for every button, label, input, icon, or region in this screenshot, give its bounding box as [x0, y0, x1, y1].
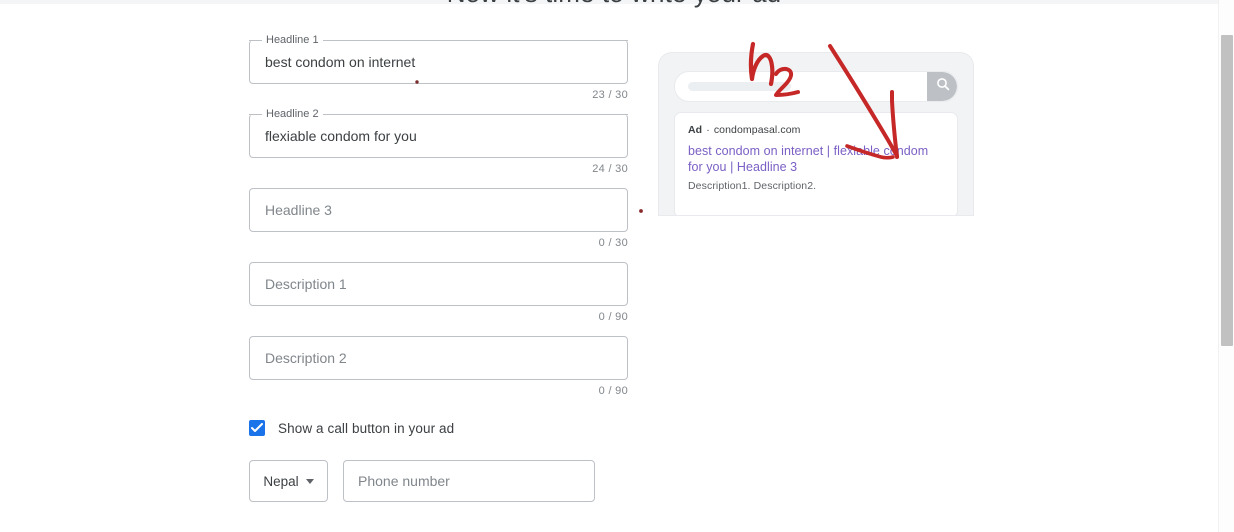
description-2-field-block: Description 2 0 / 90 — [249, 336, 628, 397]
call-button-checkbox-row[interactable]: Show a call button in your ad — [249, 420, 628, 436]
ad-meta-row: Ad · condompasal.com — [688, 124, 944, 136]
headline-1-input[interactable]: Headline 1 best condom on internet — [249, 34, 628, 84]
mock-search-button — [928, 72, 957, 101]
description-1-placeholder: Description 1 — [265, 276, 347, 292]
phone-mockup-frame: Ad · condompasal.com best condom on intern… — [658, 52, 974, 216]
headline-1-value: best condom on internet — [265, 54, 416, 70]
headline-1-field-block: Headline 1 best condom on internet 23 / … — [249, 34, 628, 101]
phone-number-input[interactable]: Phone number — [343, 460, 595, 502]
headline-2-field-block: Headline 2 flexiable condom for you 24 /… — [249, 108, 628, 175]
field-outline-left — [249, 40, 262, 41]
search-icon — [936, 77, 950, 96]
headline-1-label: Headline 1 — [262, 34, 323, 46]
mock-search-bar — [674, 71, 958, 102]
headline-2-counter: 24 / 30 — [592, 163, 628, 175]
mock-search-query-pill — [688, 82, 791, 91]
headline-1-counter: 23 / 30 — [592, 89, 628, 101]
annotation-dot-between-columns — [639, 209, 643, 213]
field-outline-right — [318, 114, 628, 115]
field-outline-left — [249, 114, 262, 115]
caret-down-icon — [305, 478, 314, 484]
call-button-checkbox[interactable] — [249, 420, 265, 436]
ad-headline[interactable]: best condom on internet | flexiable cond… — [688, 143, 944, 175]
headline-2-value: flexiable condom for you — [265, 128, 417, 144]
ad-description: Description1. Description2. — [688, 180, 817, 192]
headline-2-label: Headline 2 — [262, 108, 323, 120]
ad-label: Ad — [688, 124, 703, 136]
phone-row: Nepal Phone number — [249, 460, 628, 502]
vertical-scrollbar-thumb[interactable] — [1221, 35, 1233, 346]
call-button-label: Show a call button in your ad — [278, 420, 455, 436]
phone-number-placeholder: Phone number — [358, 473, 450, 489]
description-2-input[interactable]: Description 2 — [249, 336, 628, 380]
description-1-field-block: Description 1 0 / 90 — [249, 262, 628, 323]
ad-form: Headline 1 best condom on internet 23 / … — [249, 34, 628, 502]
headline-3-input[interactable]: Headline 3 — [249, 188, 628, 232]
page-title: Now it's time to write your ad — [0, 0, 1228, 9]
description-1-counter: 0 / 90 — [598, 311, 628, 323]
ad-domain: condompasal.com — [713, 124, 801, 136]
description-1-input[interactable]: Description 1 — [249, 262, 628, 306]
headline-3-placeholder: Headline 3 — [265, 202, 332, 218]
ad-preview-panel: Ad · condompasal.com best condom on intern… — [658, 52, 974, 216]
headline-2-input[interactable]: Headline 2 flexiable condom for you — [249, 108, 628, 158]
headline-3-counter: 0 / 30 — [598, 237, 628, 249]
headline-3-field-block: Headline 3 0 / 30 — [249, 188, 628, 249]
country-select[interactable]: Nepal — [249, 460, 328, 502]
ad-preview-card: Ad · condompasal.com best condom on intern… — [674, 112, 958, 215]
vertical-scrollbar-track[interactable] — [1218, 0, 1234, 532]
country-select-value: Nepal — [263, 473, 299, 489]
description-2-placeholder: Description 2 — [265, 350, 347, 366]
field-outline-right — [318, 40, 628, 41]
description-2-counter: 0 / 90 — [598, 385, 628, 397]
ad-meta-separator: · — [706, 124, 710, 136]
